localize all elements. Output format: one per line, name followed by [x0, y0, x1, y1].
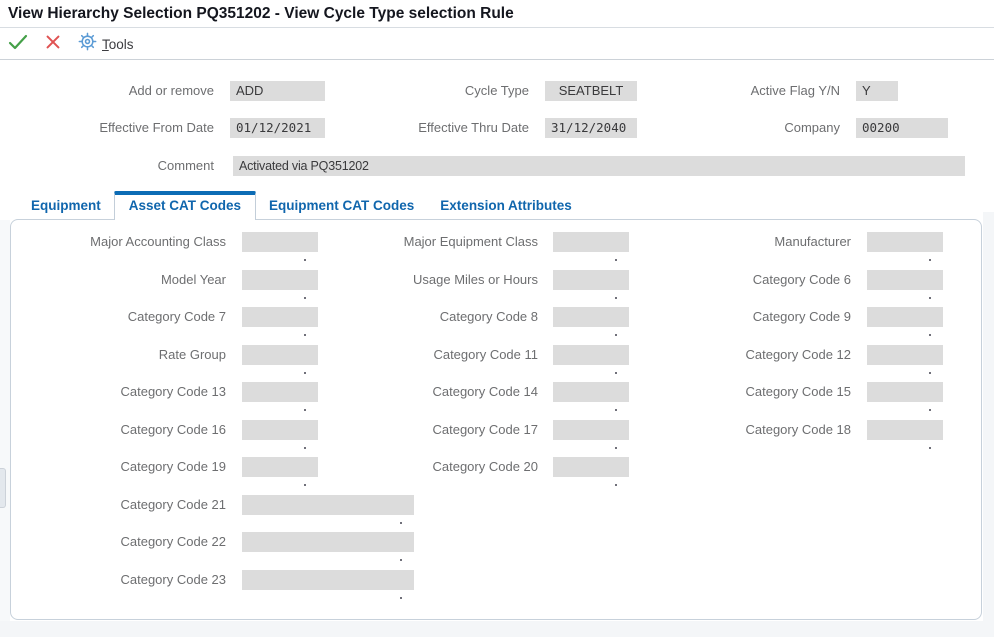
tools-menu[interactable]: Tools: [78, 32, 134, 56]
field-label-category-code-18: Category Code 18: [651, 420, 859, 440]
field-label-category-code-15: Category Code 15: [651, 382, 859, 402]
close-x-icon: [43, 32, 63, 57]
ok-button[interactable]: [6, 32, 30, 56]
field-category-code-7: [242, 307, 318, 327]
field-effective-from-date: 01/12/2021: [230, 118, 325, 138]
field-category-code-15: [867, 382, 943, 402]
field-comment: Activated via PQ351202: [233, 156, 965, 176]
field-label-usage-miles-or-hours: Usage Miles or Hours: [341, 270, 546, 290]
field-category-code-14: [553, 382, 629, 402]
field-label-major-equipment-class: Major Equipment Class: [341, 232, 546, 252]
field-category-code-17: [553, 420, 629, 440]
tab-strip: Equipment Asset CAT Codes Equipment CAT …: [10, 192, 585, 220]
check-icon: [7, 31, 29, 58]
field-category-code-23: [242, 570, 414, 590]
field-label-cycle-type: Cycle Type: [325, 81, 537, 101]
field-rate-group: [242, 345, 318, 365]
field-category-code-16: [242, 420, 318, 440]
tab-equipment-cat-codes[interactable]: Equipment CAT Codes: [256, 193, 427, 220]
field-label-effective-from-date: Effective From Date: [0, 118, 222, 138]
field-usage-miles-or-hours: [553, 270, 629, 290]
left-margin: [0, 220, 10, 637]
field-label-category-code-20: Category Code 20: [341, 457, 546, 477]
toolbar: Tools: [0, 29, 994, 60]
field-label-category-code-13: Category Code 13: [21, 382, 234, 402]
page-title: View Hierarchy Selection PQ351202 - View…: [0, 0, 994, 27]
field-category-code-9: [867, 307, 943, 327]
sidebar-collapse-handle[interactable]: [0, 468, 6, 508]
field-category-code-13: [242, 382, 318, 402]
gear-icon: [78, 32, 97, 56]
field-category-code-19: [242, 457, 318, 477]
field-label-add-or-remove: Add or remove: [0, 81, 222, 101]
field-major-accounting-class: [242, 232, 318, 252]
field-label-category-code-22: Category Code 22: [21, 532, 234, 552]
tab-asset-cat-codes[interactable]: Asset CAT Codes: [114, 191, 256, 220]
field-label-active-flag: Active Flag Y/N: [637, 81, 848, 101]
tab-extension-attributes[interactable]: Extension Attributes: [427, 193, 585, 220]
field-category-code-8: [553, 307, 629, 327]
field-label-category-code-21: Category Code 21: [21, 495, 234, 515]
field-label-category-code-6: Category Code 6: [651, 270, 859, 290]
tools-label: Tools: [102, 37, 134, 52]
field-label-major-accounting-class: Major Accounting Class: [21, 232, 234, 252]
field-category-code-20: [553, 457, 629, 477]
field-label-category-code-23: Category Code 23: [21, 570, 234, 590]
field-label-company: Company: [637, 118, 848, 138]
field-model-year: [242, 270, 318, 290]
field-company: 00200: [856, 118, 948, 138]
field-category-code-6: [867, 270, 943, 290]
field-category-code-12: [867, 345, 943, 365]
field-label-category-code-16: Category Code 16: [21, 420, 234, 440]
field-category-code-21: [242, 495, 414, 515]
field-add-or-remove: ADD: [230, 81, 325, 101]
field-label-category-code-9: Category Code 9: [651, 307, 859, 327]
field-label-effective-thru-date: Effective Thru Date: [325, 118, 537, 138]
field-label-category-code-8: Category Code 8: [341, 307, 546, 327]
field-label-model-year: Model Year: [21, 270, 234, 290]
field-category-code-22: [242, 532, 414, 552]
field-label-category-code-17: Category Code 17: [341, 420, 546, 440]
field-effective-thru-date: 31/12/2040: [545, 118, 637, 138]
field-label-category-code-11: Category Code 11: [341, 345, 546, 365]
field-label-category-code-14: Category Code 14: [341, 382, 546, 402]
field-major-equipment-class: [553, 232, 629, 252]
field-cycle-type: SEATBELT: [545, 81, 637, 101]
field-active-flag: Y: [856, 81, 898, 101]
bottom-margin: [0, 621, 994, 637]
field-label-manufacturer: Manufacturer: [651, 232, 859, 252]
field-category-code-18: [867, 420, 943, 440]
field-manufacturer: [867, 232, 943, 252]
window-title-bar: View Hierarchy Selection PQ351202 - View…: [0, 0, 994, 28]
field-label-category-code-12: Category Code 12: [651, 345, 859, 365]
field-label-category-code-7: Category Code 7: [21, 307, 234, 327]
field-label-comment: Comment: [0, 156, 222, 176]
field-label-category-code-19: Category Code 19: [21, 457, 234, 477]
field-category-code-11: [553, 345, 629, 365]
tab-equipment[interactable]: Equipment: [18, 193, 114, 220]
asset-cat-codes-panel: Major Accounting Class Major Equipment Cl…: [10, 219, 982, 620]
cancel-button[interactable]: [41, 32, 65, 56]
right-margin: [983, 212, 994, 637]
field-label-rate-group: Rate Group: [21, 345, 234, 365]
